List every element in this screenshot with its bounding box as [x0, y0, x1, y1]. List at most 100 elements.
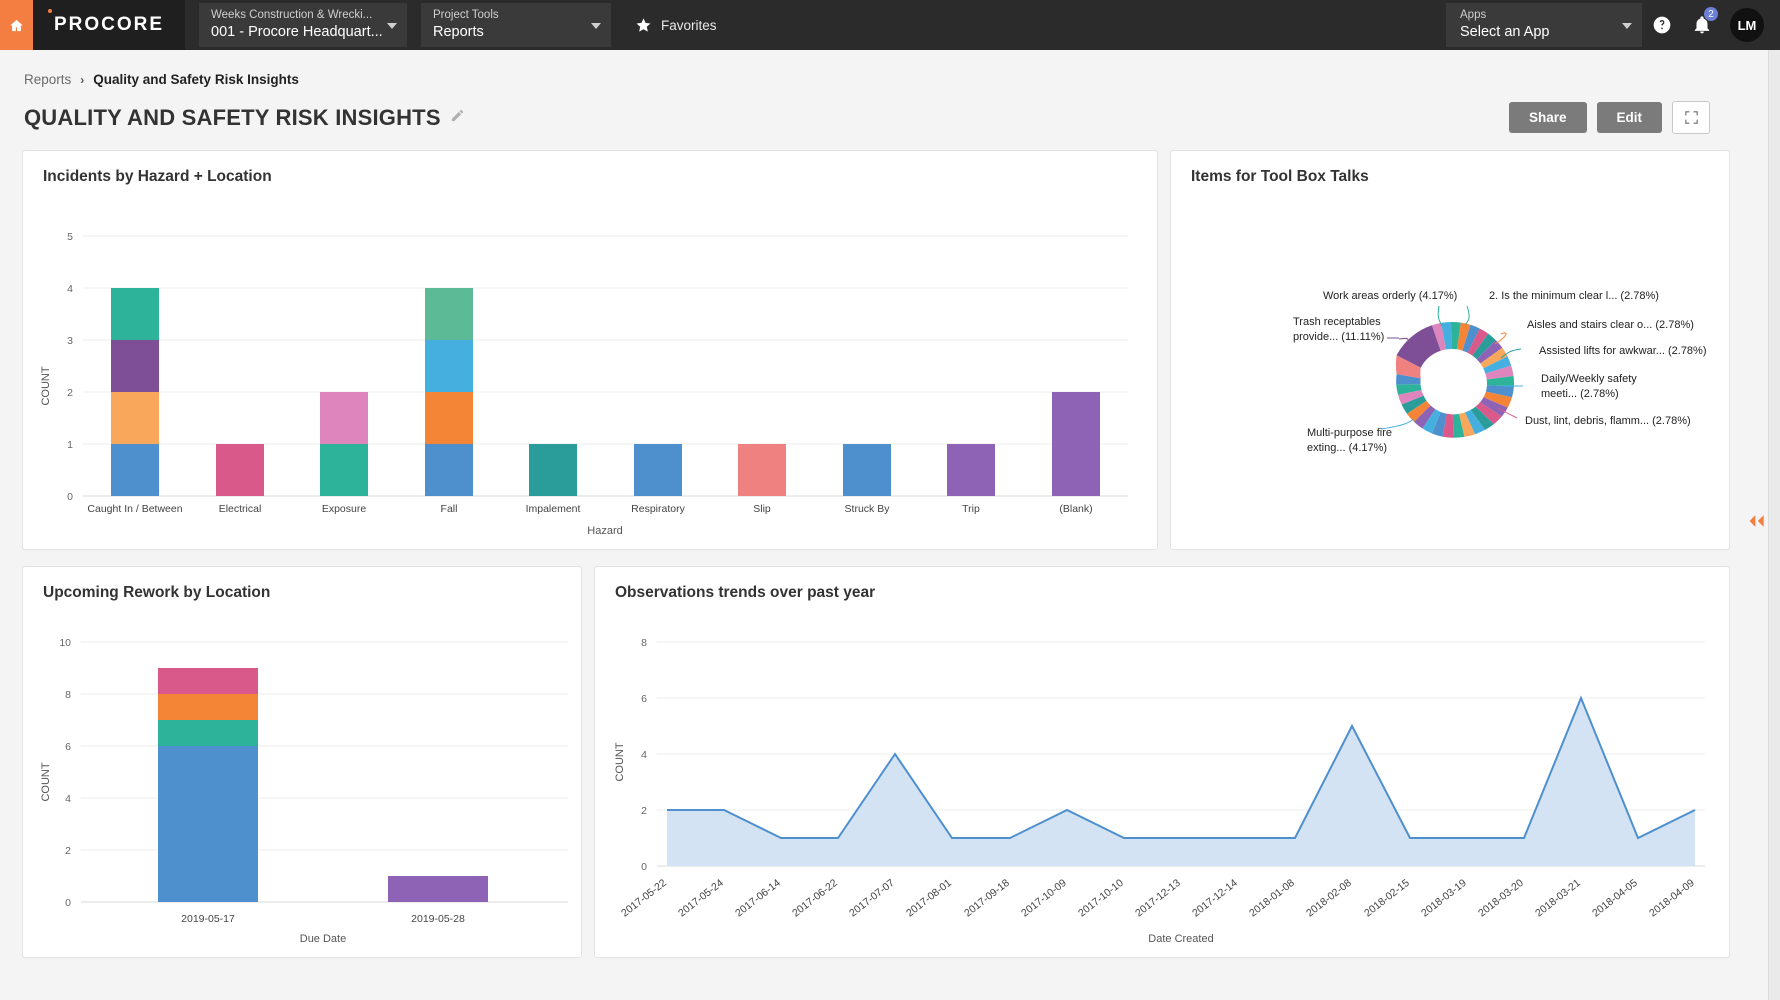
collapse-panel-button[interactable]	[1744, 508, 1770, 534]
x-tick: 2017-06-14	[733, 877, 783, 920]
donut-slices[interactable]	[1396, 322, 1514, 438]
widget-title: Items for Tool Box Talks	[1171, 151, 1729, 186]
x-tick: Electrical	[219, 503, 262, 515]
chevron-double-left-icon	[1747, 514, 1767, 528]
question-circle-icon	[1652, 15, 1672, 35]
apps-label: Apps	[1460, 8, 1608, 23]
chevron-down-icon	[1622, 23, 1632, 29]
notifications-button[interactable]: 2	[1682, 0, 1722, 50]
bar-segment[interactable]	[158, 720, 258, 746]
bar-segment[interactable]	[425, 288, 473, 340]
notification-badge: 2	[1703, 6, 1719, 22]
x-tick: 2017-09-18	[962, 877, 1012, 920]
chevron-down-icon	[387, 23, 397, 29]
bar-segment[interactable]	[158, 668, 258, 694]
bar-segment[interactable]	[111, 288, 159, 340]
home-button[interactable]	[0, 0, 33, 50]
page-actions: Share Edit	[1509, 101, 1710, 134]
bar-segment[interactable]	[634, 444, 682, 496]
bar-segment[interactable]	[111, 444, 159, 496]
procore-logo[interactable]: PROCORE	[33, 0, 185, 50]
breadcrumb-current: Quality and Safety Risk Insights	[93, 72, 299, 87]
page-header: QUALITY AND SAFETY RISK INSIGHTS Share E…	[18, 87, 1716, 134]
bar-segment[interactable]	[738, 444, 786, 496]
edit-title-button[interactable]	[450, 108, 465, 128]
apps-value: Select an App	[1460, 23, 1608, 42]
bar-segment[interactable]	[216, 444, 264, 496]
bar-segment[interactable]	[320, 392, 368, 444]
x-tick: 2018-04-09	[1647, 877, 1697, 920]
project-tools-label: Project Tools	[433, 8, 601, 23]
x-tick: Respiratory	[631, 503, 685, 515]
widget-incidents-by-hazard: Incidents by Hazard + Location 5 4 3 2 1…	[22, 150, 1158, 550]
area-fill	[667, 698, 1695, 866]
y-tick: 4	[641, 749, 647, 761]
favorites-label: Favorites	[661, 18, 717, 33]
y-axis-label: COUNT	[614, 742, 626, 781]
favorites-button[interactable]: Favorites	[635, 0, 717, 50]
x-tick: 2017-12-14	[1190, 877, 1240, 920]
y-tick: 2	[641, 805, 647, 817]
bar-segment[interactable]	[947, 444, 995, 496]
apps-selector[interactable]: Apps Select an App	[1446, 3, 1642, 47]
x-tick: 2018-03-19	[1419, 877, 1469, 920]
x-tick: 2018-03-20	[1476, 877, 1526, 920]
bar-segment[interactable]	[111, 392, 159, 444]
breadcrumb-reports-link[interactable]: Reports	[24, 72, 71, 87]
widget-title: Observations trends over past year	[595, 567, 1729, 602]
x-axis-ticks: 2017-05-22 2017-05-24 2017-06-14 2017-06…	[619, 877, 1697, 920]
logo-text: PROCORE	[54, 14, 164, 36]
page-title: QUALITY AND SAFETY RISK INSIGHTS	[24, 105, 441, 131]
project-tools-value: Reports	[433, 23, 601, 42]
y-tick: 5	[67, 231, 73, 243]
donut-label: Aisles and stairs clear o... (2.78%)	[1527, 319, 1694, 331]
x-tick: 2018-02-15	[1362, 877, 1412, 920]
x-tick: 2017-08-01	[904, 877, 954, 920]
chevron-down-icon	[591, 23, 601, 29]
y-tick: 6	[65, 741, 71, 753]
donut-label: Multi-purpose fire	[1307, 427, 1392, 439]
widget-upcoming-rework: Upcoming Rework by Location 10 8 6 4 2 0…	[22, 566, 582, 958]
project-tools-selector[interactable]: Project Tools Reports	[421, 3, 611, 47]
x-tick: Impalement	[526, 503, 581, 515]
x-tick: 2018-02-08	[1304, 877, 1354, 920]
bar-segment[interactable]	[425, 340, 473, 392]
user-avatar[interactable]: LM	[1730, 8, 1764, 42]
y-tick: 8	[641, 637, 647, 649]
share-button[interactable]: Share	[1509, 102, 1587, 133]
y-tick: 2	[65, 845, 71, 857]
bar-segment[interactable]	[158, 694, 258, 720]
bar-segment[interactable]	[388, 876, 488, 902]
company-project-selector[interactable]: Weeks Construction & Wrecki... 001 - Pro…	[199, 3, 407, 47]
donut-label: Work areas orderly (4.17%)	[1323, 290, 1457, 302]
y-tick: 0	[65, 897, 71, 909]
x-axis-label: Date Created	[1148, 933, 1213, 945]
x-axis-label: Hazard	[587, 525, 622, 537]
observations-area-chart: 8 6 4 2 0 COUNT 2017-05-22 2017-05-24 20…	[595, 602, 1729, 950]
incidents-bar-chart: 5 4 3 2 1 0 COUNT	[23, 186, 1157, 541]
y-tick: 4	[65, 793, 71, 805]
y-tick: 4	[67, 283, 73, 295]
fullscreen-button[interactable]	[1672, 101, 1710, 134]
logo-dot	[48, 9, 52, 13]
bar-segment[interactable]	[843, 444, 891, 496]
y-tick: 0	[67, 491, 73, 503]
bar-segment[interactable]	[425, 444, 473, 496]
bar-segment[interactable]	[320, 444, 368, 496]
donut-label: Trash receptables	[1293, 316, 1381, 328]
bar-segment[interactable]	[529, 444, 577, 496]
x-tick: Slip	[753, 503, 771, 515]
edit-button[interactable]: Edit	[1597, 102, 1663, 133]
y-axis-label: COUNT	[40, 762, 52, 801]
bar-segment[interactable]	[158, 746, 258, 902]
x-tick: 2017-07-07	[847, 877, 897, 920]
donut-label: Daily/Weekly safety	[1541, 373, 1637, 385]
widget-observations-trends: Observations trends over past year 8 6 4…	[594, 566, 1730, 958]
x-tick: 2017-05-22	[619, 877, 669, 920]
bar-segment[interactable]	[425, 392, 473, 444]
bar-segment[interactable]	[111, 340, 159, 392]
help-button[interactable]	[1642, 0, 1682, 50]
donut-label: exting... (4.17%)	[1307, 442, 1387, 454]
x-tick: Trip	[962, 503, 980, 515]
bar-segment[interactable]	[1052, 392, 1100, 496]
